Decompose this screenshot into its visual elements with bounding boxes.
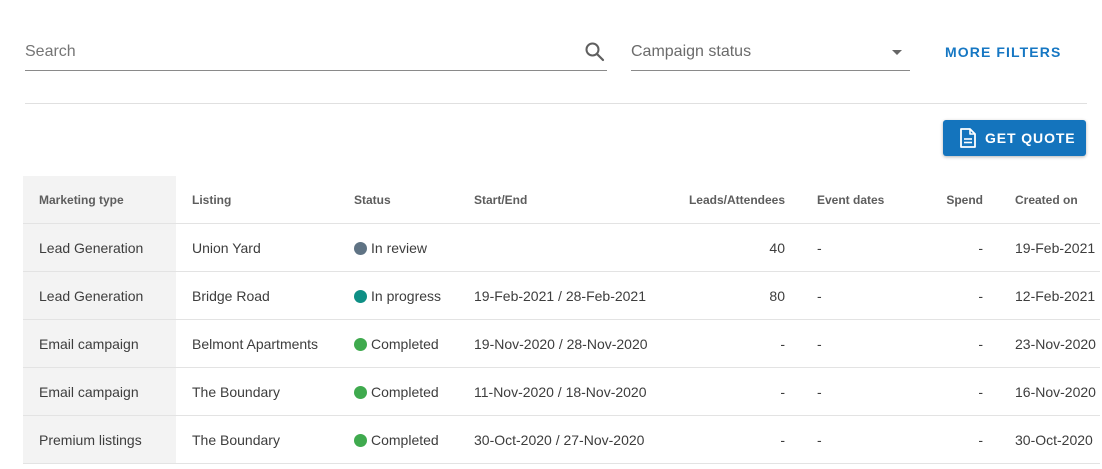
spend-cell: - (921, 223, 985, 272)
column-header-listing[interactable]: Listing (176, 176, 354, 224)
search-icon[interactable] (583, 40, 607, 64)
leads-attendees-cell: 80 (672, 271, 799, 320)
column-header-marketing-type[interactable]: Marketing type (23, 176, 176, 224)
table-row[interactable]: Premium listings The Boundary Completed … (23, 415, 1100, 464)
more-filters-button[interactable]: MORE FILTERS (945, 44, 1061, 60)
marketing-type-cell: Email campaign (23, 367, 176, 416)
campaigns-page: Campaign status MORE FILTERS GET QUOTE M… (0, 0, 1102, 469)
status-label: In review (371, 239, 428, 256)
get-quote-button[interactable]: GET QUOTE (943, 120, 1086, 156)
spend-cell: - (921, 415, 985, 464)
status-label: Completed (371, 335, 439, 352)
status-dot-icon (354, 385, 367, 399)
status-cell: Completed (354, 367, 474, 416)
event-dates-cell: - (799, 223, 921, 272)
marketing-type-cell: Lead Generation (23, 271, 176, 320)
search-field (25, 34, 607, 71)
listing-cell: The Boundary (176, 367, 354, 416)
status-dot-icon (354, 433, 367, 447)
table-row[interactable]: Lead Generation Bridge Road In progress … (23, 271, 1100, 320)
start-end-cell: 19-Feb-2021 / 28-Feb-2021 (474, 271, 672, 320)
filter-bar: Campaign status MORE FILTERS (25, 34, 1087, 74)
status-dot-icon (354, 241, 367, 255)
created-on-cell: 12-Feb-2021 (985, 271, 1100, 320)
campaign-status-select[interactable]: Campaign status (631, 34, 910, 71)
created-on-cell: 23-Nov-2020 (985, 319, 1100, 368)
created-on-cell: 30-Oct-2020 (985, 415, 1100, 464)
start-end-cell: 11-Nov-2020 / 18-Nov-2020 (474, 367, 672, 416)
event-dates-cell: - (799, 319, 921, 368)
spend-cell: - (921, 367, 985, 416)
created-on-cell: 19-Feb-2021 (985, 223, 1100, 272)
column-header-created-on[interactable]: Created on (985, 176, 1100, 224)
start-end-cell: 19-Nov-2020 / 28-Nov-2020 (474, 319, 672, 368)
listing-cell: Belmont Apartments (176, 319, 354, 368)
event-dates-cell: - (799, 415, 921, 464)
spend-cell: - (921, 319, 985, 368)
column-header-status[interactable]: Status (354, 176, 474, 224)
status-dot-icon (354, 337, 367, 351)
column-header-start-end[interactable]: Start/End (474, 176, 672, 224)
status-cell: Completed (354, 319, 474, 368)
caret-down-icon (892, 50, 902, 55)
listing-cell: Union Yard (176, 223, 354, 272)
spend-cell: - (921, 271, 985, 320)
get-quote-label: GET QUOTE (985, 130, 1076, 146)
start-end-cell: 30-Oct-2020 / 27-Nov-2020 (474, 415, 672, 464)
table-header-row: Marketing type Listing Status Start/End … (23, 176, 1100, 224)
divider (25, 103, 1087, 104)
table-row[interactable]: Lead Generation Union Yard In review 40 … (23, 223, 1100, 272)
listing-cell: The Boundary (176, 415, 354, 464)
column-header-leads-attendees[interactable]: Leads/Attendees (672, 176, 799, 224)
event-dates-cell: - (799, 367, 921, 416)
leads-attendees-cell: - (672, 415, 799, 464)
leads-attendees-cell: - (672, 319, 799, 368)
status-label: Completed (371, 431, 439, 448)
table-row[interactable]: Email campaign The Boundary Completed 11… (23, 367, 1100, 416)
status-label: In progress (371, 287, 442, 304)
search-input[interactable] (25, 40, 565, 64)
marketing-type-cell: Premium listings (23, 415, 176, 464)
status-cell: In review (354, 223, 474, 272)
status-dot-icon (354, 289, 367, 303)
table-row[interactable]: Email campaign Belmont Apartments Comple… (23, 319, 1100, 368)
created-on-cell: 16-Nov-2020 (985, 367, 1100, 416)
status-cell: In progress (354, 271, 474, 320)
marketing-type-cell: Lead Generation (23, 223, 176, 272)
marketing-type-cell: Email campaign (23, 319, 176, 368)
leads-attendees-cell: 40 (672, 223, 799, 272)
start-end-cell (474, 223, 672, 272)
listing-cell: Bridge Road (176, 271, 354, 320)
column-header-spend[interactable]: Spend (921, 176, 985, 224)
event-dates-cell: - (799, 271, 921, 320)
campaigns-table: Marketing type Listing Status Start/End … (23, 176, 1100, 464)
status-cell: Completed (354, 415, 474, 464)
leads-attendees-cell: - (672, 367, 799, 416)
status-label: Completed (371, 383, 439, 400)
document-icon (959, 128, 977, 148)
campaign-status-label: Campaign status (631, 43, 752, 60)
column-header-event-dates[interactable]: Event dates (799, 176, 921, 224)
